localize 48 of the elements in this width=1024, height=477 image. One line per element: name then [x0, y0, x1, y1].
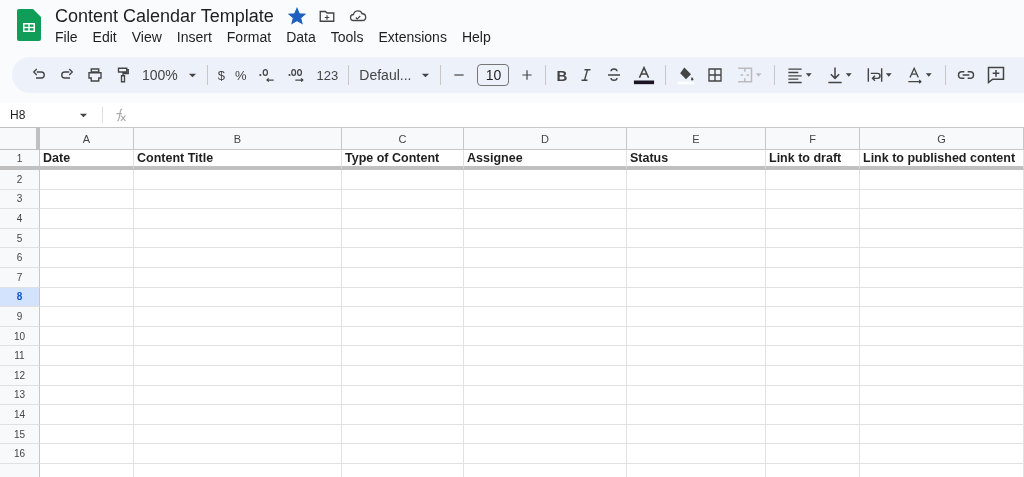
column-header[interactable]: D [464, 127, 627, 150]
menu-item[interactable]: Tools [330, 29, 364, 45]
dropdown-button[interactable]: 100% [142, 67, 197, 83]
table-cell: Status [627, 150, 766, 170]
row-header[interactable]: 15 [0, 424, 40, 445]
row-header[interactable]: 14 [0, 405, 40, 425]
format-button[interactable]: $ [217, 67, 226, 83]
table-cell: Type of Content [342, 150, 464, 170]
row-header[interactable]: 10 [0, 326, 40, 347]
format-button[interactable]: % [235, 67, 247, 83]
row-header[interactable]: 9 [0, 307, 40, 327]
format-button[interactable]: 123 [316, 67, 339, 83]
menu-item[interactable]: Data [286, 29, 316, 45]
row-header[interactable]: 11 [0, 346, 40, 366]
column-header[interactable]: C [342, 127, 464, 150]
row-header[interactable]: 7 [0, 267, 40, 288]
bold-button[interactable]: B [556, 66, 568, 84]
menu-item[interactable]: Insert [176, 29, 212, 45]
row-header[interactable]: 1 [0, 150, 40, 170]
table-cell: Content Title [134, 150, 342, 170]
row-header[interactable]: 12 [0, 365, 40, 386]
column-header[interactable]: B [134, 127, 342, 150]
menu-item[interactable]: File [55, 29, 78, 45]
row-header[interactable]: 5 [0, 228, 40, 249]
row-header[interactable]: 4 [0, 209, 40, 229]
table-cell: Link to published content [860, 150, 1024, 170]
font-size-field[interactable]: 10 [477, 64, 510, 86]
row-header[interactable]: 2 [0, 170, 40, 190]
document-title[interactable]: Content Calendar Template [55, 5, 274, 27]
column-header[interactable]: E [627, 127, 766, 150]
row-header[interactable]: 6 [0, 248, 40, 268]
table-cell: Assignee [464, 150, 627, 170]
menu-item[interactable]: View [131, 29, 162, 45]
name-box[interactable]: H8 [0, 108, 98, 122]
row-header[interactable]: 3 [0, 189, 40, 210]
column-header[interactable]: G [860, 127, 1024, 150]
table-cell: Link to draft [766, 150, 860, 170]
table-cell: Date [40, 150, 134, 170]
menu-item[interactable]: Format [226, 29, 272, 45]
dropdown-button[interactable]: Defaul... [359, 67, 431, 83]
menu-item[interactable]: Extensions [378, 29, 447, 45]
row-header[interactable]: 13 [0, 385, 40, 406]
menu-item[interactable]: Help [461, 29, 491, 45]
column-header[interactable]: F [766, 127, 860, 150]
column-header[interactable]: A [40, 127, 134, 150]
row-header[interactable]: 16 [0, 444, 40, 464]
row-header[interactable]: 8 [0, 287, 40, 308]
menu-item[interactable]: Edit [92, 29, 117, 45]
